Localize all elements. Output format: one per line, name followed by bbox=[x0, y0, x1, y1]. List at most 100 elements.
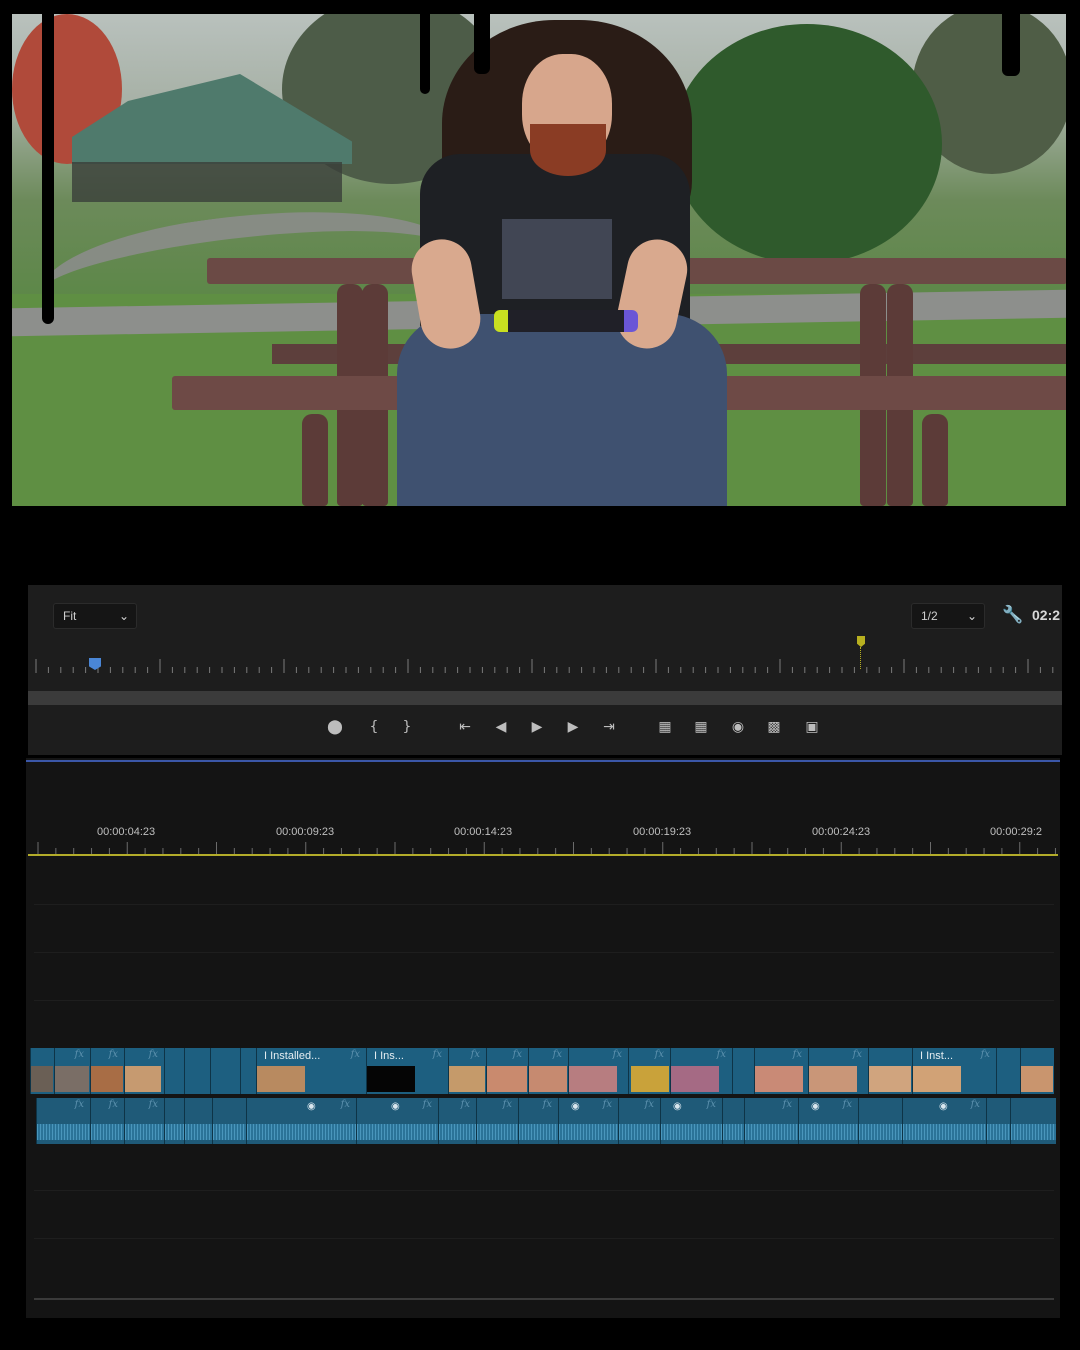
step-forward-icon[interactable]: ▶ bbox=[562, 717, 584, 737]
timeline-scrollbar[interactable] bbox=[34, 1298, 1054, 1300]
panel-focus-line bbox=[26, 760, 1060, 762]
fx-badge: fx bbox=[470, 1049, 480, 1060]
zoom-select[interactable]: Fit ⌄ bbox=[53, 603, 137, 629]
audio-clip[interactable]: fx bbox=[476, 1098, 518, 1144]
ruler-label: 00:00:14:23 bbox=[454, 826, 513, 838]
go-to-out-icon[interactable]: ⇥ bbox=[598, 717, 620, 737]
video-clip[interactable]: fx bbox=[808, 1048, 868, 1094]
audio-clip[interactable] bbox=[858, 1098, 902, 1144]
audio-clip[interactable]: ◉ fx bbox=[558, 1098, 618, 1144]
audio-waveform bbox=[559, 1124, 618, 1140]
video-clip[interactable]: fx bbox=[528, 1048, 568, 1094]
audio-clip[interactable]: fx bbox=[36, 1098, 90, 1144]
video-clip[interactable]: fx bbox=[628, 1048, 670, 1094]
camera-icon[interactable]: ◉ bbox=[727, 717, 749, 737]
ruler-label: 00:00:24:23 bbox=[812, 826, 871, 838]
audio-clip[interactable]: ◉ fx bbox=[246, 1098, 356, 1144]
audio-waveform bbox=[247, 1124, 356, 1140]
video-clip[interactable]: fx bbox=[90, 1048, 124, 1094]
step-back-icon[interactable]: ◀ bbox=[490, 717, 512, 737]
video-clip[interactable]: fx bbox=[568, 1048, 628, 1094]
video-clip[interactable] bbox=[1020, 1048, 1054, 1094]
audio-clip[interactable]: fx bbox=[518, 1098, 558, 1144]
video-clip[interactable] bbox=[210, 1048, 240, 1094]
lift-icon[interactable]: ▦ bbox=[654, 717, 676, 737]
clip-name: I Ins... bbox=[374, 1050, 404, 1062]
monitor-time-ruler[interactable] bbox=[28, 659, 1062, 677]
video-clip[interactable]: fx bbox=[670, 1048, 732, 1094]
fx-badge: fx bbox=[602, 1099, 612, 1110]
video-clip[interactable] bbox=[184, 1048, 210, 1094]
clip-thumbnail bbox=[809, 1066, 857, 1092]
video-clip[interactable]: fx bbox=[448, 1048, 486, 1094]
fx-badge: fx bbox=[644, 1099, 654, 1110]
play-icon[interactable]: ▶ bbox=[526, 717, 548, 737]
ruler-label: 00:00:04:23 bbox=[97, 826, 156, 838]
video-clip[interactable]: fx bbox=[54, 1048, 90, 1094]
audio-clip[interactable] bbox=[164, 1098, 184, 1144]
clip-thumbnail bbox=[755, 1066, 803, 1092]
track-divider bbox=[34, 1000, 1054, 1001]
video-clip[interactable] bbox=[240, 1048, 256, 1094]
audio-clip[interactable]: fx bbox=[618, 1098, 660, 1144]
video-clip[interactable]: I Installed... fx bbox=[256, 1048, 366, 1094]
video-clip[interactable]: fx bbox=[124, 1048, 164, 1094]
audio-clip[interactable]: ◉ fx bbox=[798, 1098, 858, 1144]
audio-clip[interactable] bbox=[1010, 1098, 1056, 1144]
audio-waveform bbox=[859, 1124, 902, 1140]
wrench-icon[interactable]: 🔧 bbox=[1002, 605, 1023, 625]
video-clip[interactable] bbox=[996, 1048, 1020, 1094]
audio-clip[interactable]: fx bbox=[124, 1098, 164, 1144]
audio-clip[interactable] bbox=[184, 1098, 212, 1144]
person-beard bbox=[530, 124, 606, 176]
video-clip[interactable]: I Ins... fx bbox=[366, 1048, 448, 1094]
audio-clip[interactable]: ◉ fx bbox=[902, 1098, 986, 1144]
fx-badge: fx bbox=[782, 1099, 792, 1110]
audio-clip[interactable] bbox=[722, 1098, 744, 1144]
audio-clip[interactable] bbox=[212, 1098, 246, 1144]
video-clip[interactable]: fx bbox=[754, 1048, 808, 1094]
go-to-in-icon[interactable]: ⇤ bbox=[454, 717, 476, 737]
audio-clip[interactable]: fx bbox=[744, 1098, 798, 1144]
chevron-down-icon: ⌄ bbox=[966, 609, 977, 623]
add-marker-icon[interactable]: ⬤ bbox=[324, 717, 346, 737]
fx-badge: fx bbox=[980, 1049, 990, 1060]
chevron-down-icon: ⌄ bbox=[118, 609, 129, 623]
clip-thumbnail bbox=[55, 1066, 89, 1092]
fx-badge: fx bbox=[148, 1049, 158, 1060]
marker-icon[interactable] bbox=[857, 636, 865, 647]
video-clip[interactable] bbox=[732, 1048, 754, 1094]
fx-badge: fx bbox=[792, 1049, 802, 1060]
audio-clip[interactable]: ◉ fx bbox=[660, 1098, 722, 1144]
audio-waveform bbox=[1011, 1124, 1056, 1140]
audio-waveform bbox=[213, 1124, 246, 1140]
video-clip[interactable] bbox=[868, 1048, 912, 1094]
work-area-bar[interactable] bbox=[28, 854, 1058, 856]
audio-clip[interactable] bbox=[986, 1098, 1010, 1144]
audio-waveform bbox=[185, 1124, 212, 1140]
clip-thumbnail bbox=[367, 1066, 415, 1092]
clip-thumbnail bbox=[125, 1066, 161, 1092]
extract-icon[interactable]: ▦ bbox=[690, 717, 712, 737]
audio-clip[interactable]: fx bbox=[438, 1098, 476, 1144]
audio-waveform bbox=[357, 1124, 438, 1140]
fx-badge: fx bbox=[542, 1099, 552, 1110]
video-clip[interactable]: fx bbox=[486, 1048, 528, 1094]
video-preview-frame bbox=[12, 14, 1066, 506]
video-clip[interactable] bbox=[164, 1048, 184, 1094]
fx-badge: fx bbox=[612, 1049, 622, 1060]
clip-thumbnail bbox=[257, 1066, 305, 1092]
video-clip[interactable]: I Inst... fx bbox=[912, 1048, 996, 1094]
mark-in-icon[interactable]: { bbox=[363, 717, 385, 737]
mark-out-icon[interactable]: } bbox=[396, 717, 418, 737]
audio-clip[interactable]: ◉ fx bbox=[356, 1098, 438, 1144]
fx-badge: fx bbox=[74, 1099, 84, 1110]
video-clip[interactable] bbox=[30, 1048, 54, 1094]
comparison-view-icon[interactable]: ▩ bbox=[763, 717, 785, 737]
transport-controls: ⬤ { } ⇤ ◀ ▶ ▶ ⇥ ▦ ▦ ◉ ▩ ▣ bbox=[28, 713, 1062, 741]
audio-clip[interactable]: fx bbox=[90, 1098, 124, 1144]
resolution-select[interactable]: 1/2 ⌄ bbox=[911, 603, 985, 629]
button-editor-icon[interactable]: ▣ bbox=[801, 717, 823, 737]
program-monitor-controls: Fit ⌄ 1/2 ⌄ 🔧 02:2 ⬤ { } ⇤ ◀ ▶ ▶ ⇥ ▦ ▦ ◉… bbox=[28, 585, 1062, 755]
zoom-scroll-bar[interactable] bbox=[28, 691, 1062, 705]
